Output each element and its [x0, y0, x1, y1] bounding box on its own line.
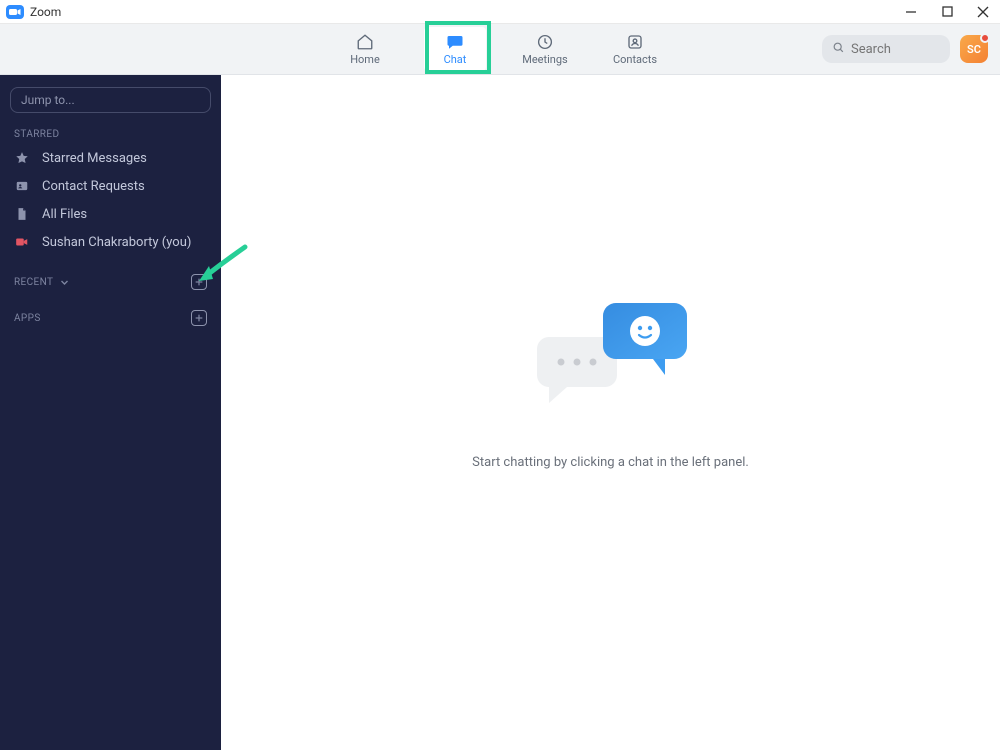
- sidebar-item-label: All Files: [42, 207, 87, 222]
- zoom-logo-icon: [6, 5, 24, 19]
- sidebar-group-recent[interactable]: RECENT: [0, 266, 221, 294]
- sidebar: Jump to... STARRED Starred Messages Cont…: [0, 75, 221, 750]
- chat-illustration-icon: [525, 295, 695, 419]
- tab-label: Home: [350, 53, 380, 66]
- jump-to-placeholder: Jump to...: [21, 93, 75, 107]
- body: Jump to... STARRED Starred Messages Cont…: [0, 75, 1000, 750]
- contacts-icon: [626, 33, 644, 51]
- sidebar-item-label: Starred Messages: [42, 151, 147, 166]
- window-controls: [902, 3, 992, 21]
- add-apps-button[interactable]: [191, 310, 207, 326]
- sidebar-group-label: STARRED: [14, 129, 59, 140]
- search-icon: [832, 41, 845, 58]
- tab-chat[interactable]: Chat: [424, 27, 486, 71]
- clock-icon: [536, 33, 554, 51]
- chat-icon: [446, 33, 464, 51]
- tab-home[interactable]: Home: [334, 27, 396, 71]
- video-icon: [14, 234, 30, 250]
- sidebar-group-label: APPS: [14, 313, 41, 324]
- tab-label: Meetings: [522, 53, 567, 66]
- contact-card-icon: [14, 178, 30, 194]
- avatar-initials: SC: [967, 43, 981, 56]
- star-icon: [14, 150, 30, 166]
- top-nav-right: SC: [822, 35, 988, 63]
- tab-label: Chat: [444, 53, 467, 66]
- search-box[interactable]: [822, 35, 950, 63]
- top-nav: Home Chat Meetings Contacts: [0, 24, 1000, 75]
- sidebar-group-starred: STARRED: [0, 121, 221, 144]
- sidebar-group-label: RECENT: [14, 277, 53, 288]
- avatar[interactable]: SC: [960, 35, 988, 63]
- sidebar-item-all-files[interactable]: All Files: [0, 200, 221, 228]
- tab-meetings[interactable]: Meetings: [514, 27, 576, 71]
- sidebar-group-apps[interactable]: APPS: [0, 302, 221, 330]
- status-dot-icon: [980, 33, 990, 43]
- titlebar: Zoom: [0, 0, 1000, 24]
- empty-state: Start chatting by clicking a chat in the…: [472, 295, 749, 470]
- top-nav-tabs: Home Chat Meetings Contacts: [334, 27, 666, 71]
- window-title: Zoom: [30, 5, 61, 19]
- chevron-down-icon: [59, 277, 69, 287]
- add-recent-button[interactable]: [191, 274, 207, 290]
- minimize-button[interactable]: [902, 3, 920, 21]
- tab-label: Contacts: [613, 53, 657, 66]
- maximize-button[interactable]: [938, 3, 956, 21]
- titlebar-left: Zoom: [6, 5, 61, 19]
- search-input[interactable]: [851, 42, 940, 57]
- empty-state-text: Start chatting by clicking a chat in the…: [472, 455, 749, 470]
- close-button[interactable]: [974, 3, 992, 21]
- main-content: Start chatting by clicking a chat in the…: [221, 75, 1000, 750]
- tab-contacts[interactable]: Contacts: [604, 27, 666, 71]
- sidebar-item-self-contact[interactable]: Sushan Chakraborty (you): [0, 228, 221, 256]
- jump-to-input[interactable]: Jump to...: [10, 87, 211, 113]
- sidebar-item-starred-messages[interactable]: Starred Messages: [0, 144, 221, 172]
- sidebar-item-label: Contact Requests: [42, 179, 145, 194]
- sidebar-item-contact-requests[interactable]: Contact Requests: [0, 172, 221, 200]
- home-icon: [356, 33, 374, 51]
- file-icon: [14, 206, 30, 222]
- sidebar-item-label: Sushan Chakraborty (you): [42, 235, 191, 250]
